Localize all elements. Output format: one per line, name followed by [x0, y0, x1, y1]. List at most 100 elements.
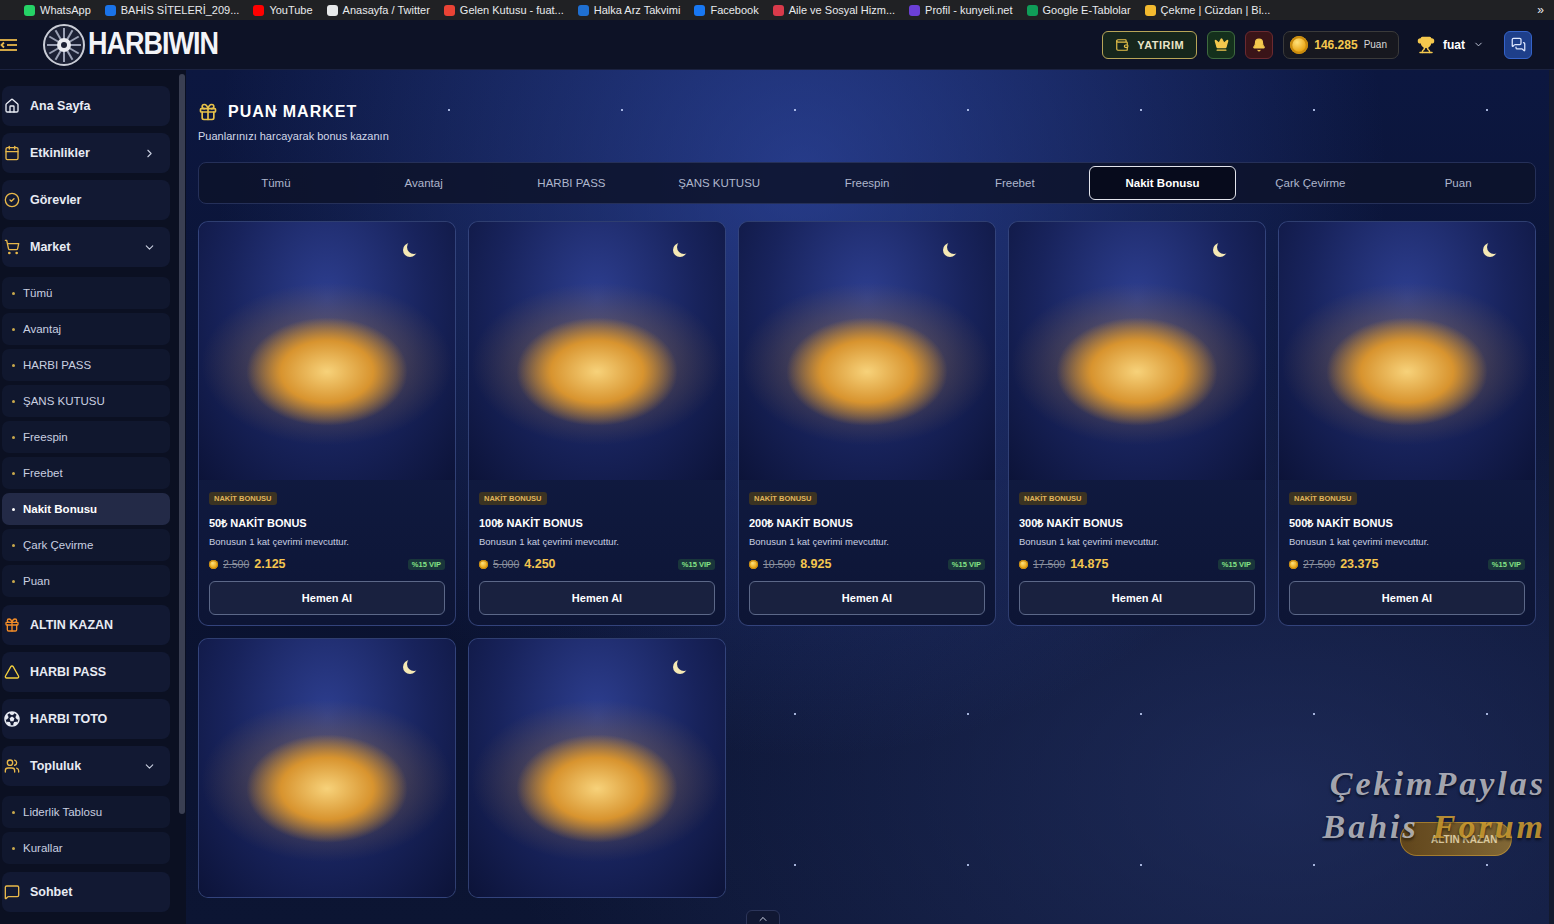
sidebar-item[interactable]: Ana Sayfa [2, 86, 170, 126]
category-tab[interactable]: Freespin [793, 166, 941, 200]
buy-button[interactable]: Hemen Al [1019, 581, 1255, 615]
main-scrollbar[interactable] [1549, 70, 1554, 924]
bookmark[interactable]: Halka Arz Takvimi [578, 4, 681, 16]
category-tab[interactable]: Çark Çevirme [1236, 166, 1384, 200]
buy-button[interactable]: Hemen Al [479, 581, 715, 615]
message-icon [4, 884, 20, 900]
price-row: 5.0004.250%15 VIP [479, 557, 715, 571]
sidebar-subitem[interactable]: Kurallar [2, 832, 170, 864]
favicon-icon [444, 5, 455, 16]
bookmark[interactable]: BAHİS SİTELERİ_209... [105, 4, 240, 16]
scroll-top-button[interactable] [746, 910, 780, 924]
bookmark-bar: WhatsApp BAHİS SİTELERİ_209... YouTube Anas… [0, 0, 1554, 20]
sidebar-subitem[interactable]: Puan [2, 565, 170, 597]
category-tab[interactable]: Avantaj [350, 166, 498, 200]
page-title: PUAN MARKET [228, 103, 357, 121]
bullet [12, 364, 15, 367]
sidebar-subitem[interactable]: Freebet [2, 457, 170, 489]
sidebar-subitem[interactable]: Liderlik Tablosu [2, 796, 170, 828]
sidebar-subitem[interactable]: Avantaj [2, 313, 170, 345]
notifications-button[interactable] [1245, 31, 1273, 59]
bookmark[interactable]: YouTube [253, 4, 312, 16]
bullet [12, 580, 15, 583]
category-tab[interactable]: ŞANS KUTUSU [645, 166, 793, 200]
bullet [12, 508, 15, 511]
product-image [1009, 222, 1265, 480]
sidebar-subitem[interactable]: Freespin [2, 421, 170, 453]
crown-icon [1214, 37, 1229, 52]
category-tab[interactable]: Freebet [941, 166, 1089, 200]
favicon-icon [105, 5, 116, 16]
chat-icon [1511, 37, 1526, 52]
product-image [1279, 222, 1535, 480]
favicon-icon [327, 5, 338, 16]
product-card: NAKİT BONUSU300₺ NAKİT BONUSBonusun 1 ka… [1008, 221, 1266, 626]
sidebar-item[interactable]: HARBI TOTO [2, 699, 170, 739]
sidebar-subitem[interactable]: Çark Çevirme [2, 529, 170, 561]
product-info: NAKİT BONUSU300₺ NAKİT BONUSBonusun 1 ka… [1009, 480, 1265, 625]
sidebar-subitem[interactable]: ŞANS KUTUSU [2, 385, 170, 417]
sidebar-subitem[interactable]: Tümü [2, 277, 170, 309]
product-image [739, 222, 995, 480]
sidebar-item[interactable]: ALTIN KAZAN [2, 605, 170, 645]
sidebar-subitem[interactable]: Nakit Bonusu [2, 493, 170, 525]
sidebar-nav: Ana Sayfa Etkinlikler Görevler Market Tümü Av… [0, 70, 178, 924]
watermark: ÇekimPaylasBahisForum [1322, 764, 1546, 848]
bookmark[interactable]: Profil - kunyeli.net [909, 4, 1012, 16]
price-row: 10.5008.925%15 VIP [749, 557, 985, 571]
page-subtitle: Puanlarınızı harcayarak bonus kazanın [198, 130, 1536, 142]
product-card: NAKİT BONUSU500₺ NAKİT BONUSBonusun 1 ka… [1278, 221, 1536, 626]
category-tab[interactable]: Nakit Bonusu [1089, 166, 1237, 200]
sidebar-item[interactable]: Topluluk [2, 746, 170, 786]
chevron-down-icon [143, 241, 156, 254]
bookmarks-more[interactable]: » [1537, 3, 1544, 17]
product-title: 200₺ NAKİT BONUS [749, 515, 985, 530]
sidebar-item[interactable]: HARBI PASS [2, 652, 170, 692]
category-tab[interactable]: HARBI PASS [498, 166, 646, 200]
product-card: NAKİT BONUSU50₺ NAKİT BONUSBonusun 1 kat… [198, 221, 456, 626]
calendar-icon [4, 145, 20, 161]
bullet [12, 292, 15, 295]
moon-icon [407, 657, 421, 671]
bookmark[interactable]: Gelen Kutusu - fuat... [444, 4, 564, 16]
sidebar-subitem[interactable]: HARBI PASS [2, 349, 170, 381]
points-balance[interactable]: 146.285Puan [1283, 31, 1399, 59]
sidebar-item[interactable]: Görevler [2, 180, 170, 220]
sidebar-scrollbar[interactable] [178, 70, 186, 924]
page-title-row: PUAN MARKET [198, 102, 1536, 122]
logo[interactable]: HARBIWIN [42, 23, 218, 67]
bullet [12, 472, 15, 475]
logo-text: HARBIWIN [88, 27, 218, 63]
buy-button[interactable]: Hemen Al [749, 581, 985, 615]
altin-kazan-float-button[interactable]: ALTIN KAZAN [1400, 822, 1512, 856]
scrollbar-thumb[interactable] [179, 74, 185, 814]
header-actions: YATIRIM 146.285Puan fuat [1102, 31, 1532, 59]
sidebar-item[interactable]: Etkinlikler [2, 133, 170, 173]
category-tab[interactable]: Puan [1384, 166, 1532, 200]
user-menu[interactable]: fuat [1417, 36, 1484, 54]
coin-icon [1289, 560, 1298, 569]
bookmark[interactable]: Google E-Tablolar [1027, 4, 1131, 16]
menu-button[interactable] [0, 30, 22, 60]
chat-button[interactable] [1504, 31, 1532, 59]
price: 2.125 [254, 557, 285, 571]
bookmark[interactable]: Anasayfa / Twitter [327, 4, 430, 16]
favicon-icon [24, 5, 35, 16]
menu-collapse-icon [0, 38, 18, 52]
bookmark[interactable]: Aile ve Sosyal Hizm... [773, 4, 895, 16]
bookmark[interactable]: WhatsApp [24, 4, 91, 16]
users-icon [4, 758, 20, 774]
sidebar-item[interactable]: Sohbet [2, 872, 170, 912]
bookmark[interactable]: Çekme | Cüzdan | Bi... [1145, 4, 1271, 16]
vip-button[interactable] [1207, 31, 1235, 59]
category-tab[interactable]: Tümü [202, 166, 350, 200]
sidebar-item[interactable]: Market [2, 227, 170, 267]
sidebar: Ana Sayfa Etkinlikler Görevler Market Tümü Av… [0, 70, 186, 924]
deposit-button[interactable]: YATIRIM [1102, 31, 1197, 59]
moon-icon [1217, 240, 1231, 254]
bell-icon [1252, 38, 1266, 52]
buy-button[interactable]: Hemen Al [209, 581, 445, 615]
bookmark[interactable]: Facebook [694, 4, 758, 16]
product-title: 50₺ NAKİT BONUS [209, 515, 445, 530]
buy-button[interactable]: Hemen Al [1289, 581, 1525, 615]
